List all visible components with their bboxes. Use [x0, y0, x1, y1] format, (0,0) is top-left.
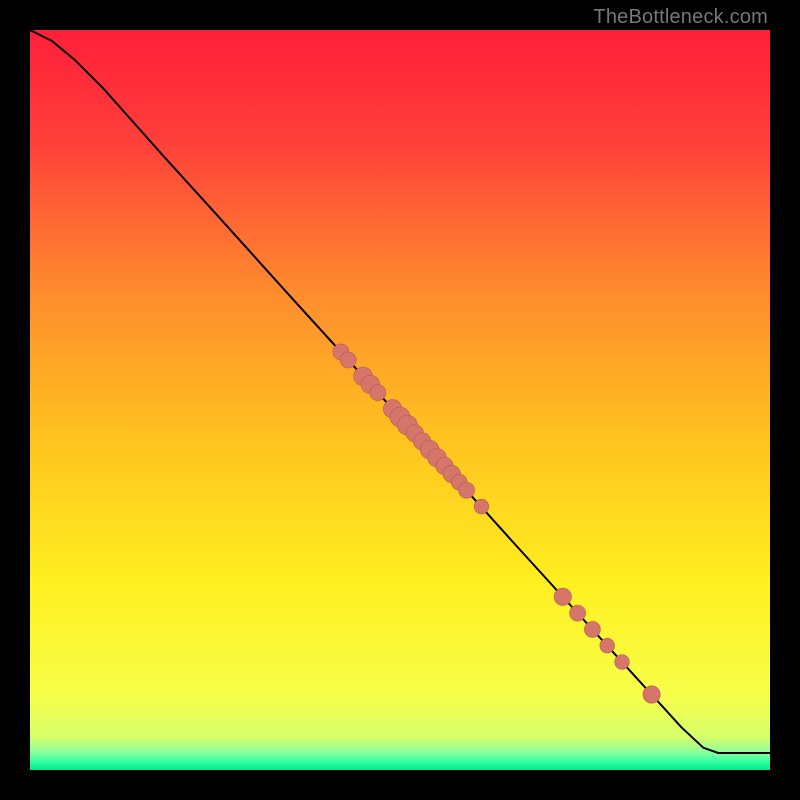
data-dot: [554, 588, 571, 605]
data-dot: [570, 605, 586, 621]
data-dot: [615, 655, 630, 670]
data-dot: [584, 621, 600, 637]
data-dot: [370, 385, 386, 401]
watermark-text: TheBottleneck.com: [593, 6, 768, 29]
data-dot: [474, 499, 489, 514]
bottleneck-chart: [30, 30, 770, 770]
chart-container: [30, 30, 770, 770]
data-dot: [340, 352, 356, 368]
data-dot: [600, 638, 615, 653]
data-dot: [643, 686, 660, 703]
data-dot: [459, 482, 475, 498]
gradient-background: [30, 30, 770, 770]
